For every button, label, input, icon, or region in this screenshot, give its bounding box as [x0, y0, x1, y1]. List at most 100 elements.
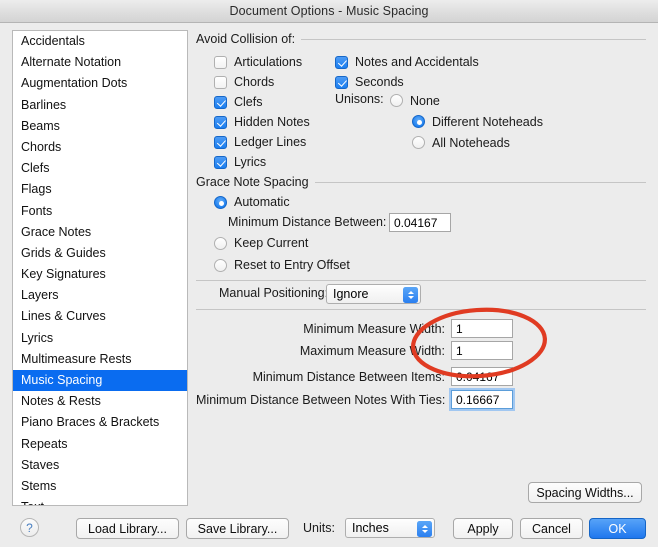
sidebar-item-staves[interactable]: Staves [13, 455, 187, 476]
grace-note-spacing-label: Grace Note Spacing [196, 175, 309, 189]
sidebar-item-fonts[interactable]: Fonts [13, 201, 187, 222]
field-input-3[interactable] [451, 390, 513, 409]
minimum-distance-between-label: Minimum Distance Between: [228, 215, 387, 229]
avoid-collision-left-column: Articulations Chords Clefs Hidden Notes Ledg… [214, 52, 310, 172]
checkbox-indicator [214, 75, 227, 89]
field-label-2: Minimum Distance Between Items: [252, 370, 445, 384]
minimum-distance-between-row: Minimum Distance Between: [228, 215, 386, 229]
avoid-collision-label: Avoid Collision of: [196, 32, 296, 46]
categories-list[interactable]: Accidentals Alternate Notation Augmentatio… [12, 30, 188, 506]
help-button[interactable]: ? [20, 518, 39, 537]
checkbox-lyrics[interactable]: Lyrics [214, 152, 310, 172]
sidebar-item-stems[interactable]: Stems [13, 476, 187, 497]
grace-reset-entry-offset-label: Reset to Entry Offset [234, 258, 350, 272]
checkbox-label: Hidden Notes [234, 115, 310, 129]
chevron-updown-icon [403, 286, 418, 303]
checkbox-indicator [214, 155, 227, 169]
sidebar-item-chords[interactable]: Chords [13, 137, 187, 158]
sidebar-item-lines-curves[interactable]: Lines & Curves [13, 306, 187, 327]
sidebar-item-text[interactable]: Text [13, 497, 187, 505]
radio-indicator [214, 258, 227, 272]
checkbox-indicator [335, 75, 348, 89]
sidebar-item-beams[interactable]: Beams [13, 116, 187, 137]
question-mark-icon: ? [26, 520, 33, 535]
radio-different-noteheads[interactable]: Different Noteheads [412, 111, 543, 132]
field-input-1[interactable] [451, 341, 513, 360]
grace-keep-current-radio[interactable]: Keep Current [214, 236, 308, 250]
checkbox-notes-and-accidentals[interactable]: Notes and Accidentals [335, 52, 479, 72]
radio-label: Different Noteheads [432, 114, 543, 129]
manual-positioning-select[interactable]: Ignore [326, 284, 421, 304]
radio-label: None [410, 93, 440, 108]
sidebar-item-flags[interactable]: Flags [13, 179, 187, 200]
units-label: Units: [303, 521, 335, 535]
sidebar-item-alternate-notation[interactable]: Alternate Notation [13, 52, 187, 73]
sidebar-item-key-signatures[interactable]: Key Signatures [13, 264, 187, 285]
checkbox-articulations[interactable]: Articulations [214, 52, 310, 72]
field-label-0: Minimum Measure Width: [303, 322, 445, 336]
checkbox-clefs[interactable]: Clefs [214, 92, 310, 112]
save-library-button[interactable]: Save Library... [186, 518, 289, 539]
checkbox-indicator [214, 95, 227, 109]
spacing-widths-button[interactable]: Spacing Widths... [528, 482, 642, 503]
grace-keep-current-label: Keep Current [234, 236, 309, 250]
checkbox-label: Chords [234, 75, 275, 89]
sidebar-item-notes-rests[interactable]: Notes & Rests [13, 391, 187, 412]
grace-note-spacing-header: Grace Note Spacing [196, 175, 646, 189]
sidebar-item-grids-guides[interactable]: Grids & Guides [13, 243, 187, 264]
manual-positioning-label: Manual Positioning: [219, 286, 329, 300]
sidebar-item-grace-notes[interactable]: Grace Notes [13, 222, 187, 243]
grace-automatic-radio[interactable]: Automatic [214, 195, 290, 209]
grace-automatic-label: Automatic [234, 195, 290, 209]
checkbox-hidden-notes[interactable]: Hidden Notes [214, 112, 310, 132]
checkbox-indicator [214, 115, 227, 129]
load-library-button[interactable]: Load Library... [76, 518, 179, 539]
radio-all-noteheads[interactable]: All Noteheads [412, 132, 543, 153]
sidebar-item-layers[interactable]: Layers [13, 285, 187, 306]
radio-indicator [214, 236, 227, 250]
avoid-collision-header: Avoid Collision of: [196, 32, 646, 46]
field-input-2[interactable] [451, 367, 513, 386]
cancel-button[interactable]: Cancel [520, 518, 583, 539]
unisons-row: Unisons: [335, 92, 384, 106]
sidebar-item-multimeasure-rests[interactable]: Multimeasure Rests [13, 349, 187, 370]
grace-reset-entry-offset-radio[interactable]: Reset to Entry Offset [214, 258, 350, 272]
checkbox-seconds[interactable]: Seconds [335, 72, 479, 92]
sidebar-item-accidentals[interactable]: Accidentals [13, 31, 187, 52]
document-options-window: Document Options - Music Spacing Acciden… [0, 0, 658, 547]
field-input-0[interactable] [451, 319, 513, 338]
checkbox-label: Clefs [234, 95, 263, 109]
manual-positioning-row: Manual Positioning: [219, 286, 328, 300]
units-select[interactable]: Inches [345, 518, 435, 538]
checkbox-ledger-lines[interactable]: Ledger Lines [214, 132, 310, 152]
radio-none[interactable]: None [390, 90, 543, 111]
checkbox-label: Ledger Lines [234, 135, 307, 149]
sidebar-item-clefs[interactable]: Clefs [13, 158, 187, 179]
field-label-1: Maximum Measure Width: [299, 344, 445, 358]
unisons-label: Unisons: [335, 92, 384, 106]
minimum-distance-between-input[interactable] [389, 213, 451, 232]
unisons-radio-group: None Different Noteheads All Noteheads [390, 90, 543, 153]
apply-button[interactable]: Apply [453, 518, 513, 539]
header-rule [314, 181, 646, 183]
sidebar-item-barlines[interactable]: Barlines [13, 95, 187, 116]
radio-label: All Noteheads [432, 135, 510, 150]
header-rule [301, 38, 646, 40]
manual-positioning-value: Ignore [333, 287, 369, 301]
checkbox-indicator [214, 55, 227, 69]
sidebar-item-music-spacing[interactable]: Music Spacing [13, 370, 187, 392]
ok-button[interactable]: OK [589, 518, 646, 539]
sidebar-item-augmentation-dots[interactable]: Augmentation Dots [13, 73, 187, 94]
checkbox-chords[interactable]: Chords [214, 72, 310, 92]
checkbox-indicator [214, 135, 227, 149]
checkbox-label: Articulations [234, 55, 303, 69]
sidebar-item-repeats[interactable]: Repeats [13, 434, 187, 455]
page-title: Document Options - Music Spacing [229, 4, 429, 18]
radio-indicator [214, 195, 227, 209]
sidebar-item-lyrics[interactable]: Lyrics [13, 328, 187, 349]
sidebar-item-piano-braces-brackets[interactable]: Piano Braces & Brackets [13, 412, 187, 433]
divider [196, 280, 646, 281]
checkbox-label: Seconds [355, 75, 404, 89]
divider [196, 309, 646, 310]
radio-indicator [390, 94, 403, 107]
